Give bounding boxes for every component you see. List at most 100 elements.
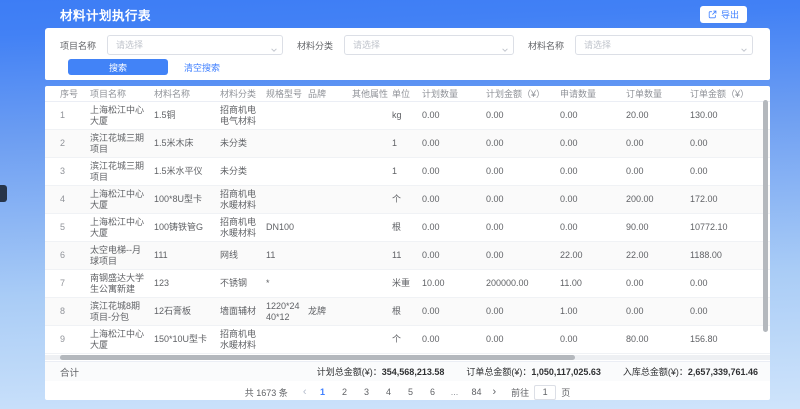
table-cell: 0.00 <box>626 306 690 317</box>
filter-label: 材料分类 <box>297 39 333 52</box>
hscrollbar-thumb[interactable] <box>60 355 575 360</box>
table-cell: 不锈钢 <box>220 278 266 289</box>
filter-material-category: 材料分类 <box>297 35 514 55</box>
pagination-total: 共 1673 条 <box>245 386 288 399</box>
column-header: 材料名称 <box>154 87 220 100</box>
table-cell: 1.5米水平仪 <box>154 166 220 177</box>
goto-page: 前往 页 <box>511 385 570 400</box>
material-category-input[interactable] <box>344 35 514 55</box>
filter-row: 项目名称 材料分类 材料名称 <box>45 28 770 55</box>
material-name-input[interactable] <box>575 35 753 55</box>
table-cell: 龙牌 <box>308 306 352 317</box>
column-header: 订单数量 <box>626 87 690 100</box>
table-cell: 墙面辅材 <box>220 306 266 317</box>
table-cell: 滨江花城三期项目 <box>90 133 154 155</box>
table-cell: 156.80 <box>690 334 770 345</box>
clear-search-link[interactable]: 清空搜索 <box>184 61 220 74</box>
table-row: 9上海松江中心大厦150*10U型卡招商机电 水暖材料个0.000.000.00… <box>45 326 770 354</box>
summary-total: 计划总金额(¥)：354,568,213.58 <box>317 365 445 378</box>
pagination: 共 1673 条 ‹ 123456...84 › 前往 页 <box>45 381 770 400</box>
page-number[interactable]: 2 <box>339 387 349 397</box>
page-number[interactable]: 6 <box>427 387 437 397</box>
page-number[interactable]: 5 <box>405 387 415 397</box>
page-number[interactable]: 4 <box>383 387 393 397</box>
table-cell: 0.00 <box>486 138 560 149</box>
column-header: 单位 <box>392 87 422 100</box>
table-cell: 1.5铜 <box>154 110 220 121</box>
table-cell: 0.00 <box>486 222 560 233</box>
goto-page-input[interactable] <box>534 385 556 400</box>
column-header: 项目名称 <box>90 87 154 100</box>
column-header: 规格型号 <box>266 87 308 100</box>
filter-project-name: 项目名称 <box>60 35 283 55</box>
search-button[interactable]: 搜索 <box>68 59 168 75</box>
table-cell: 1 <box>392 138 422 149</box>
prev-page-icon[interactable]: ‹ <box>301 387 309 398</box>
table-cell: 1.00 <box>560 306 626 317</box>
table-cell: 22.00 <box>560 250 626 261</box>
table-cell: 0.00 <box>626 138 690 149</box>
table-row: 1上海松江中心大厦1.5铜招商机电 电气材料kg0.000.000.0020.0… <box>45 102 770 130</box>
material-category-select[interactable] <box>344 35 514 55</box>
table-cell: 招商机电 水暖材料 <box>220 189 266 211</box>
table-cell: 0.00 <box>486 166 560 177</box>
table-cell: 滨江花城8期项目-分包 <box>90 301 154 323</box>
table-cell: 172.00 <box>690 194 770 205</box>
table-row: 8滨江花城8期项目-分包12石膏板墙面辅材1220*2440*12龙牌根0.00… <box>45 298 770 326</box>
next-page-icon[interactable]: › <box>491 387 499 398</box>
column-header: 计划金额（¥） <box>486 87 560 100</box>
table-row: 3滨江花城三期项目1.5米水平仪未分类10.000.000.000.000.00 <box>45 158 770 186</box>
table-cell: 根 <box>392 306 422 317</box>
table-row: 7南钢盛达大学生公寓新建123不锈钢*米重10.00200000.0011.00… <box>45 270 770 298</box>
page-number[interactable]: 1 <box>317 387 327 397</box>
project-name-select[interactable] <box>107 35 283 55</box>
page-number[interactable]: 84 <box>471 387 481 397</box>
goto-prefix: 前往 <box>511 386 529 399</box>
table-cell: 11 <box>392 250 422 261</box>
table-cell: 6 <box>60 250 90 261</box>
table-cell: 1188.00 <box>690 250 770 261</box>
sidebar-toggle-handle[interactable] <box>0 185 7 202</box>
table-cell: 200.00 <box>626 194 690 205</box>
table-cell: 100*8U型卡 <box>154 194 220 205</box>
table-cell: 招商机电 电气材料 <box>220 105 266 127</box>
table-row: 5上海松江中心大厦100铸铁管G招商机电 水暖材料DN100根0.000.000… <box>45 214 770 242</box>
table-cell: 滨江花城三期项目 <box>90 161 154 183</box>
summary-row: 合计 计划总金额(¥)：354,568,213.58订单总金额(¥)：1,050… <box>45 361 770 381</box>
project-name-input[interactable] <box>107 35 283 55</box>
table-cell: 3 <box>60 166 90 177</box>
table-cell: 0.00 <box>560 334 626 345</box>
top-bar: 材料计划执行表 导出 <box>0 0 800 28</box>
chevron-down-icon <box>501 41 509 59</box>
vertical-scrollbar-thumb[interactable] <box>763 100 768 332</box>
table-cell: 上海松江中心大厦 <box>90 217 154 239</box>
export-button[interactable]: 导出 <box>700 6 747 23</box>
table-cell: 0.00 <box>560 138 626 149</box>
table-cell: 0.00 <box>422 138 486 149</box>
table-cell: 0.00 <box>560 110 626 121</box>
table-cell: 7 <box>60 278 90 289</box>
column-header: 序号 <box>60 87 90 100</box>
page-title: 材料计划执行表 <box>60 5 151 24</box>
table-cell: 12石膏板 <box>154 306 220 317</box>
column-header: 申请数量 <box>560 87 626 100</box>
table-cell: 1220*2440*12 <box>266 301 308 323</box>
table-cell: 100铸铁管G <box>154 222 220 233</box>
table-cell: 0.00 <box>626 166 690 177</box>
table-cell: 80.00 <box>626 334 690 345</box>
table-cell: 150*10U型卡 <box>154 334 220 345</box>
table-cell: 0.00 <box>422 250 486 261</box>
table-cell: 1 <box>60 110 90 121</box>
table-row: 2滨江花城三期项目1.5米木床未分类10.000.000.000.000.00 <box>45 130 770 158</box>
table-cell: 0.00 <box>560 222 626 233</box>
material-name-select[interactable] <box>575 35 753 55</box>
table-cell: 根 <box>392 222 422 233</box>
filter-label: 项目名称 <box>60 39 96 52</box>
table-cell: 上海松江中心大厦 <box>90 105 154 127</box>
table-cell: 个 <box>392 194 422 205</box>
table-cell: 0.00 <box>422 194 486 205</box>
column-header: 订单金额（¥） <box>690 87 770 100</box>
summary-total: 订单总金额(¥)：1,050,117,025.63 <box>466 365 601 378</box>
table-cell: 0.00 <box>486 306 560 317</box>
page-number[interactable]: 3 <box>361 387 371 397</box>
